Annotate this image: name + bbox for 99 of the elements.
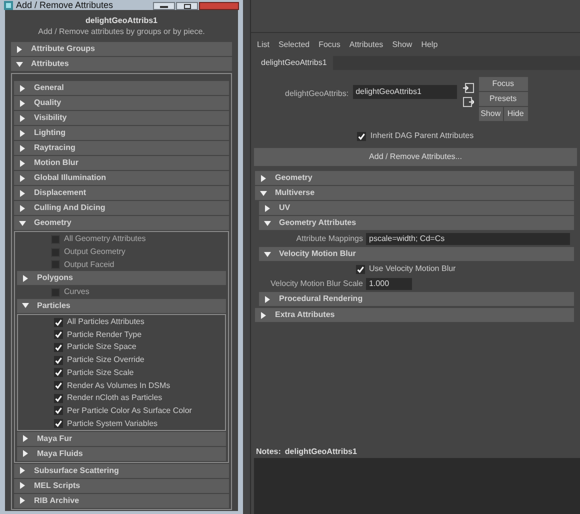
editor-button[interactable]: Focus [478,77,528,91]
collapsed-triangle-icon [19,190,26,196]
field-label: delightGeoAttribs: [285,88,349,100]
menu-item[interactable]: Show [392,39,412,51]
checkbox-label: All Geometry Attributes [64,233,146,246]
checkbox-label: Particle Size Scale [67,366,134,379]
field-label: Attribute Mappings [295,232,363,244]
frame-header[interactable]: Visibility [14,111,229,125]
check-icon [358,132,366,140]
frame-header[interactable]: Global Illumination [14,171,229,185]
expanded-triangle-icon [16,60,23,68]
inherit-checkbox[interactable] [357,132,366,140]
checkbox-label: Render As Volumes In DSMs [67,380,170,392]
checkbox-label: All Particles Attributes [67,316,144,328]
minimize-button[interactable] [153,2,175,10]
check-icon [357,266,364,272]
dialog-subtitle: Add / Remove attributes by groups or by piece. [37,26,206,37]
frame-header[interactable]: Polygons [17,271,226,286]
menu-item[interactable]: Attributes [349,39,384,51]
expanded-triangle-icon [22,302,29,310]
input-field[interactable]: pscale=width; Cd=Cs [366,232,570,244]
frame-header[interactable]: Velocity Motion Blur [259,247,574,261]
checkbox[interactable] [51,248,60,257]
add-remove-attributes-button[interactable]: Add / Remove Attributes... [254,148,577,166]
collapsed-triangle-icon [264,204,271,212]
field-label: Velocity Motion Blur Scale [270,278,363,290]
notes-label: Notes: [256,446,281,458]
frame-header[interactable]: Geometry [14,216,229,230]
frame-header[interactable]: UV [259,201,574,215]
frame-header[interactable]: Motion Blur [14,156,229,170]
checkbox-label: Particle Size Override [67,354,144,366]
window-title: Add / Remove Attributes [16,0,114,10]
node-name-field[interactable]: delightGeoAttribs1 [352,85,457,99]
collapsed-triangle-icon [19,174,26,182]
checkbox-label: Use Velocity Motion Blur [369,263,456,275]
collapsed-triangle-icon [19,114,26,122]
collapsed-triangle-icon [19,130,26,136]
expanded-triangle-icon [19,220,26,226]
frame-header[interactable]: Extra Attributes [255,308,574,322]
checkbox-label: Particle Size Space [67,341,136,354]
frame-header[interactable]: Attributes [11,57,232,71]
frame-header[interactable]: Maya Fur [17,432,226,446]
frame-header[interactable]: Procedural Rendering [259,292,574,306]
frame-header[interactable]: Maya Fluids [17,446,226,461]
frame-header[interactable]: Subsurface Scattering [14,464,229,478]
frame-header[interactable]: Raytracing [14,141,229,155]
checkbox-label: Per Particle Color As Surface Color [67,404,192,417]
output-connection-icon[interactable] [462,97,474,107]
collapsed-triangle-icon [19,204,26,212]
frame-header[interactable]: Culling And Dicing [14,201,229,215]
collapsed-triangle-icon [19,100,26,106]
frame-header[interactable]: Lighting [14,126,229,140]
expanded-triangle-icon [264,250,271,258]
expanded-triangle-icon [264,220,271,226]
frame-header[interactable]: Particles [17,298,226,313]
collapsed-triangle-icon [260,174,267,182]
input-connection-icon[interactable] [462,83,474,93]
checkbox[interactable] [51,234,60,244]
collapsed-triangle-icon [264,296,271,302]
menu-item[interactable]: Selected [278,39,310,51]
frame-header[interactable]: General [14,81,229,95]
checkbox-label: Particle Render Type [67,328,142,341]
checkbox-label: Particle System Variables [67,418,158,430]
editor-button[interactable]: Show [478,107,503,121]
frame-header[interactable]: Attribute Groups [11,42,232,56]
checkbox-label: Render nCloth as Particles [67,392,162,404]
frame-header[interactable]: Geometry [255,171,574,185]
collapsed-triangle-icon [19,144,26,152]
input-field[interactable]: 1.000 [366,278,412,290]
app-icon [4,1,13,10]
checkbox[interactable] [51,288,60,297]
checkbox-label: Curves [64,286,90,298]
checkbox-label: Output Faceid [64,258,114,271]
checkbox[interactable] [54,342,63,352]
notes-field[interactable] [254,458,580,514]
notes-node-name: delightGeoAttribs1 [284,446,357,458]
expanded-triangle-icon [260,190,267,196]
checkbox[interactable] [51,260,60,270]
frame-header[interactable]: RIB Archive [14,494,229,508]
frame-header[interactable]: Displacement [14,186,229,200]
checkbox-label: Inherit DAG Parent Attributes [370,130,474,142]
editor-button[interactable]: Hide [504,107,528,121]
frame-header[interactable]: Quality [14,96,229,110]
frame-header[interactable]: MEL Scripts [14,478,229,493]
frame-header[interactable]: Multiverse [255,186,574,200]
menu-item[interactable]: Focus [318,39,340,51]
menu-item[interactable]: Help [421,39,438,51]
frame-header[interactable]: Geometry Attributes [259,216,574,230]
collapsed-triangle-icon [22,274,29,282]
collapsed-triangle-icon [16,46,23,52]
node-tab[interactable]: delightGeoAttribs1 [255,56,333,70]
maximize-button[interactable] [176,2,198,10]
node-name: delightGeoAttribs1 [84,15,158,26]
editor-button[interactable]: Presets [478,92,528,106]
checkbox-label: Output Geometry [64,246,126,258]
collapsed-triangle-icon [19,84,26,92]
collapsed-triangle-icon [19,160,26,166]
collapsed-triangle-icon [260,312,267,318]
menu-item[interactable]: List [257,39,270,51]
